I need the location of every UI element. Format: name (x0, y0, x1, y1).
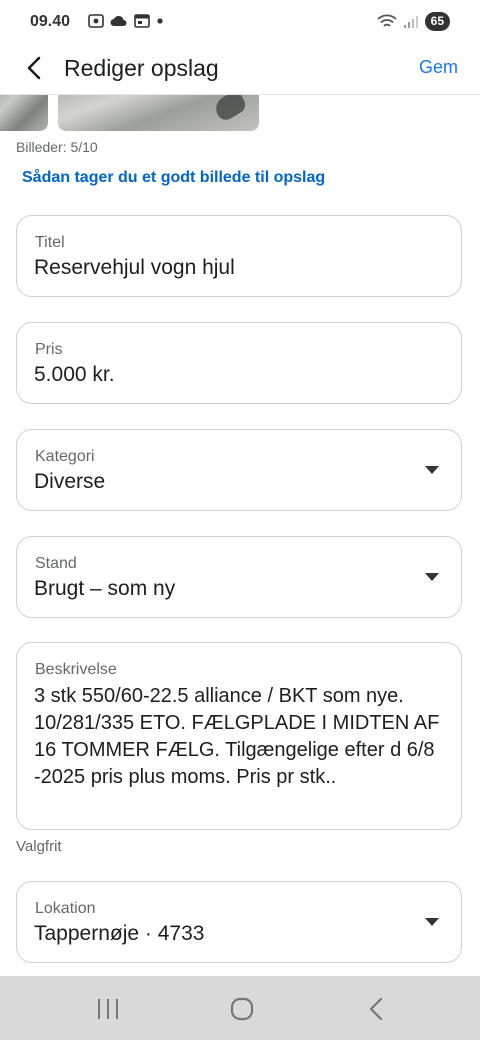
system-nav-bar (0, 976, 480, 1040)
photo-thumbnail[interactable] (58, 95, 259, 131)
photo-thumbnail[interactable] (0, 95, 48, 131)
dot-icon (157, 18, 163, 24)
status-icons-left (88, 14, 164, 28)
description-label: Beskrivelse (35, 661, 117, 678)
title-field-value[interactable]: Reservehjul vogn hjul (34, 256, 235, 280)
nav-back-icon[interactable] (356, 994, 396, 1024)
location-dropdown[interactable]: Lokation Tappernøje · 4733 (16, 881, 462, 963)
screenshot-icon (88, 14, 104, 28)
price-field-label: Pris (35, 341, 63, 358)
signal-icon (403, 15, 418, 28)
price-field-value[interactable]: 5.000 kr. (34, 363, 115, 387)
cloud-icon (110, 15, 127, 26)
category-value: Diverse (34, 470, 106, 493)
photo-strip[interactable] (0, 95, 480, 131)
dropdown-caret-icon (425, 918, 439, 926)
title-field-label: Titel (35, 234, 65, 251)
category-label: Kategori (35, 448, 95, 465)
home-icon[interactable] (222, 994, 262, 1024)
status-bar: 09.40 65 (0, 0, 480, 44)
dropdown-caret-icon (425, 466, 439, 474)
page-title: Rediger opslag (64, 55, 219, 81)
price-field[interactable]: Pris 5.000 kr. (16, 322, 462, 404)
calendar-icon (134, 14, 150, 28)
app-bar: Rediger opslag Gem (0, 44, 480, 95)
wifi-icon (377, 14, 397, 27)
status-icons-right: 65 (377, 12, 450, 31)
condition-label: Stand (35, 555, 77, 572)
location-label: Lokation (35, 900, 96, 917)
description-field[interactable]: Beskrivelse 3 stk 550/60-22.5 alliance /… (16, 642, 462, 830)
location-value: Tappernøje · 4733 (34, 922, 205, 945)
photo-tips-link[interactable]: Sådan tager du et godt billede til opsla… (22, 169, 325, 187)
dropdown-caret-icon (425, 573, 439, 581)
recent-apps-icon[interactable] (88, 994, 128, 1024)
condition-dropdown[interactable]: Stand Brugt – som ny (16, 536, 462, 618)
back-arrow-icon[interactable] (20, 53, 50, 83)
status-time: 09.40 (30, 13, 71, 30)
category-dropdown[interactable]: Kategori Diverse (16, 429, 462, 511)
description-optional-hint: Valgfrit (16, 838, 62, 855)
condition-value: Brugt – som ny (34, 577, 176, 600)
photo-count: Billeder: 5/10 (16, 139, 98, 155)
save-button[interactable]: Gem (419, 57, 458, 78)
battery-indicator: 65 (424, 12, 450, 31)
title-field[interactable]: Titel Reservehjul vogn hjul (16, 215, 462, 297)
description-value[interactable]: 3 stk 550/60-22.5 alliance / BKT som nye… (34, 683, 445, 791)
